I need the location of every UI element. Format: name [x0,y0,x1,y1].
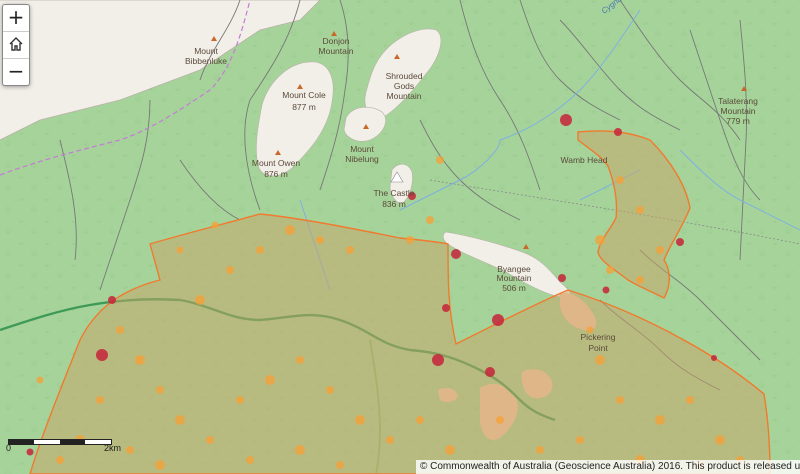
peak-name: Mountain [387,91,422,101]
scale-bar-graphic [8,439,112,445]
peak-name: Talaterang [718,96,758,106]
map-canvas[interactable]: ♧ ♧ [0,0,800,474]
scale-end-label: 2km [104,443,122,453]
peak-name: Bibbenluke [185,56,227,66]
peak-name: Mount [194,46,218,56]
peak-elevation: 877 m [292,102,316,112]
place-name: Pickering [581,332,616,342]
peak-elevation: 876 m [264,169,288,179]
peak-name: Mount [350,144,374,154]
scale-start-label: 0 [6,443,12,453]
map-view[interactable]: ♧ ♧ [0,0,800,474]
peak-name: The Castle [373,188,414,198]
peak-name: Mountain [721,106,756,116]
zoom-in-button[interactable]: + [3,5,29,32]
peak-name: Shrouded [386,71,423,81]
peak-elevation: 836 m [382,199,406,209]
attribution-text: © Commonwealth of Australia (Geoscience … [416,460,800,474]
place-name: Wamb Head [561,155,608,165]
zoom-out-button[interactable]: − [3,59,29,85]
peak-name: Gods [394,81,414,91]
peak-elevation: 779 m [726,116,750,126]
zoom-control: + − [2,4,30,86]
peak-name: Mountain [319,46,354,56]
peak-name: Mountain [497,273,532,283]
peak-name: Donjon [323,36,350,46]
peak-name: Mount Cole [282,90,326,100]
peak-name: Mount Owen [252,158,300,168]
peak-elevation: 506 m [502,283,526,293]
place-name: Point [588,343,608,353]
home-button[interactable] [3,32,29,59]
attribution-bar: © Commonwealth of Australia (Geoscience … [416,460,800,474]
home-icon [9,37,23,51]
scale-bar: 0 2km [4,437,124,457]
peak-name: Nibelung [345,154,379,164]
